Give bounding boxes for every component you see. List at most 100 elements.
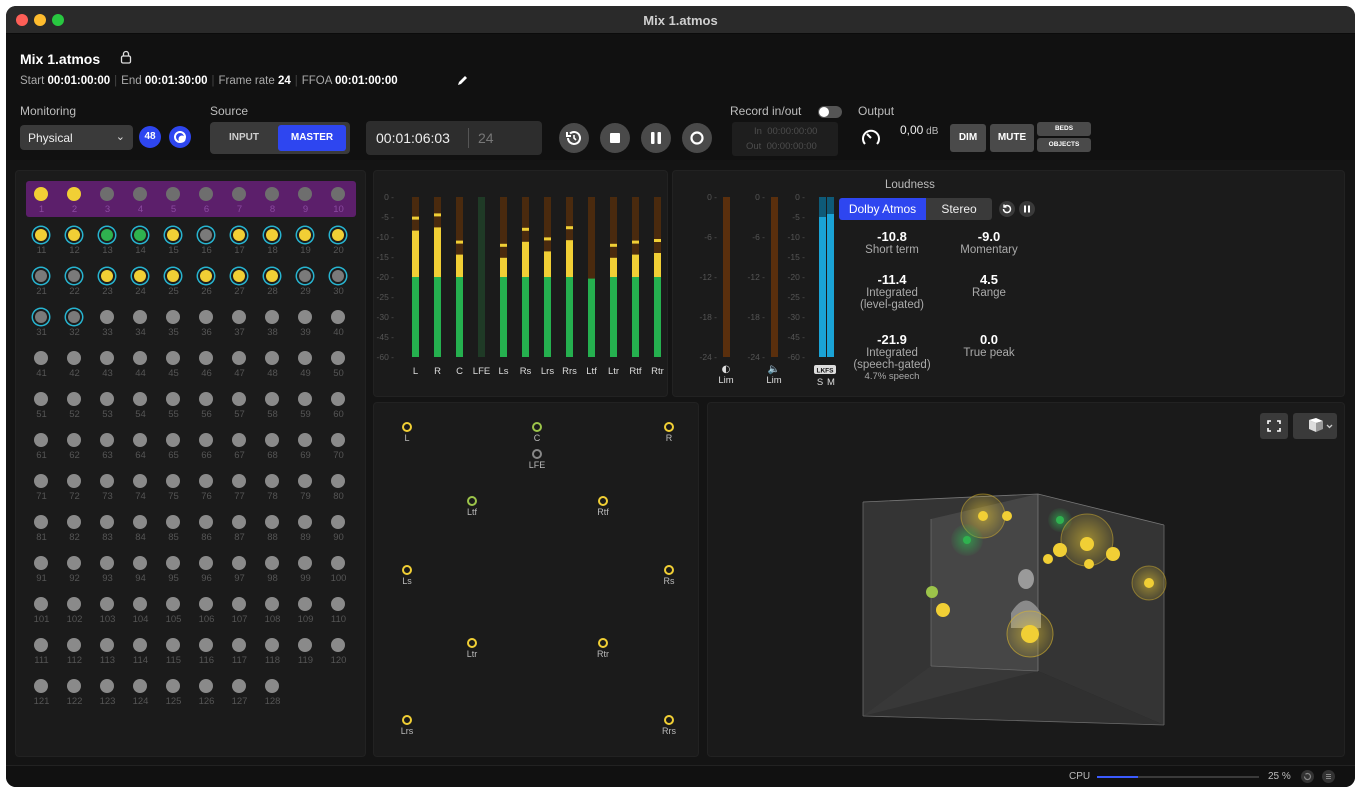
channel-69[interactable]: 69 — [290, 431, 321, 465]
channel-83[interactable]: 83 — [92, 513, 123, 547]
channel-111[interactable]: 111 — [26, 636, 57, 670]
lock-icon[interactable] — [120, 50, 132, 64]
channel-40[interactable]: 40 — [323, 308, 354, 342]
mute-objects-button[interactable]: OBJECTS — [1037, 138, 1091, 152]
channel-44[interactable]: 44 — [125, 349, 156, 383]
channel-37[interactable]: 37 — [224, 308, 255, 342]
return-to-start-button[interactable] — [559, 123, 589, 153]
binaural-toggle-button[interactable] — [169, 126, 191, 148]
channel-114[interactable]: 114 — [125, 636, 156, 670]
channel-115[interactable]: 115 — [158, 636, 189, 670]
speaker-c[interactable]: C — [523, 422, 551, 443]
channel-110[interactable]: 110 — [323, 595, 354, 629]
speaker-ltr[interactable]: Ltr — [458, 638, 486, 659]
channel-87[interactable]: 87 — [224, 513, 255, 547]
speaker-ltf[interactable]: Ltf — [458, 496, 486, 517]
channel-29[interactable]: 29 — [290, 267, 321, 301]
channel-11[interactable]: 11 — [26, 226, 57, 260]
record-in-out-toggle[interactable] — [818, 106, 842, 118]
channel-127[interactable]: 127 — [224, 677, 255, 711]
channel-124[interactable]: 124 — [125, 677, 156, 711]
speaker-rtf[interactable]: Rtf — [589, 496, 617, 517]
dim-button[interactable]: DIM — [950, 124, 986, 152]
channel-60[interactable]: 60 — [323, 390, 354, 424]
channel-97[interactable]: 97 — [224, 554, 255, 588]
channel-3[interactable]: 3 — [92, 185, 123, 219]
channel-4[interactable]: 4 — [125, 185, 156, 219]
channel-15[interactable]: 15 — [158, 226, 189, 260]
channel-89[interactable]: 89 — [290, 513, 321, 547]
channel-65[interactable]: 65 — [158, 431, 189, 465]
channel-125[interactable]: 125 — [158, 677, 189, 711]
channel-50[interactable]: 50 — [323, 349, 354, 383]
channel-17[interactable]: 17 — [224, 226, 255, 260]
mute-beds-button[interactable]: BEDS — [1037, 122, 1091, 136]
channel-16[interactable]: 16 — [191, 226, 222, 260]
channel-42[interactable]: 42 — [59, 349, 90, 383]
channel-19[interactable]: 19 — [290, 226, 321, 260]
source-input-button[interactable]: INPUT — [214, 125, 274, 151]
channel-128[interactable]: 128 — [257, 677, 288, 711]
channel-72[interactable]: 72 — [59, 472, 90, 506]
channel-93[interactable]: 93 — [92, 554, 123, 588]
channel-118[interactable]: 118 — [257, 636, 288, 670]
channel-59[interactable]: 59 — [290, 390, 321, 424]
channel-61[interactable]: 61 — [26, 431, 57, 465]
channel-20[interactable]: 20 — [323, 226, 354, 260]
channel-116[interactable]: 116 — [191, 636, 222, 670]
channel-31[interactable]: 31 — [26, 308, 57, 342]
channel-49[interactable]: 49 — [290, 349, 321, 383]
timecode-display[interactable]: 00:01:06:03 24 — [366, 121, 542, 155]
channel-123[interactable]: 123 — [92, 677, 123, 711]
speaker-rtr[interactable]: Rtr — [589, 638, 617, 659]
channel-54[interactable]: 54 — [125, 390, 156, 424]
channel-24[interactable]: 24 — [125, 267, 156, 301]
channel-1[interactable]: 1 — [26, 185, 57, 219]
speaker-rrs[interactable]: Rrs — [655, 715, 683, 736]
channel-38[interactable]: 38 — [257, 308, 288, 342]
channel-102[interactable]: 102 — [59, 595, 90, 629]
channel-8[interactable]: 8 — [257, 185, 288, 219]
channel-32[interactable]: 32 — [59, 308, 90, 342]
channel-41[interactable]: 41 — [26, 349, 57, 383]
speaker-ls[interactable]: Ls — [393, 565, 421, 586]
channel-92[interactable]: 92 — [59, 554, 90, 588]
channel-78[interactable]: 78 — [257, 472, 288, 506]
channel-86[interactable]: 86 — [191, 513, 222, 547]
channel-109[interactable]: 109 — [290, 595, 321, 629]
channel-121[interactable]: 121 — [26, 677, 57, 711]
refresh-icon[interactable] — [1301, 770, 1314, 783]
channel-46[interactable]: 46 — [191, 349, 222, 383]
channel-58[interactable]: 58 — [257, 390, 288, 424]
speaker-rs[interactable]: Rs — [655, 565, 683, 586]
output-volume-knob[interactable] — [860, 127, 882, 149]
channel-91[interactable]: 91 — [26, 554, 57, 588]
channel-106[interactable]: 106 — [191, 595, 222, 629]
channel-95[interactable]: 95 — [158, 554, 189, 588]
channel-105[interactable]: 105 — [158, 595, 189, 629]
channel-99[interactable]: 99 — [290, 554, 321, 588]
record-in-out-fields[interactable]: In 00:00:00:00 Out 00:00:00:00 — [732, 122, 838, 156]
source-master-button[interactable]: MASTER — [278, 125, 346, 151]
channel-14[interactable]: 14 — [125, 226, 156, 260]
channel-33[interactable]: 33 — [92, 308, 123, 342]
channel-13[interactable]: 13 — [92, 226, 123, 260]
channel-79[interactable]: 79 — [290, 472, 321, 506]
channel-28[interactable]: 28 — [257, 267, 288, 301]
channel-23[interactable]: 23 — [92, 267, 123, 301]
channel-100[interactable]: 100 — [323, 554, 354, 588]
channel-56[interactable]: 56 — [191, 390, 222, 424]
log-list-icon[interactable] — [1322, 770, 1335, 783]
channel-103[interactable]: 103 — [92, 595, 123, 629]
channel-35[interactable]: 35 — [158, 308, 189, 342]
channel-2[interactable]: 2 — [59, 185, 90, 219]
channel-126[interactable]: 126 — [191, 677, 222, 711]
edit-pencil-icon[interactable] — [456, 73, 470, 87]
channel-27[interactable]: 27 — [224, 267, 255, 301]
stop-button[interactable] — [600, 123, 630, 153]
channel-39[interactable]: 39 — [290, 308, 321, 342]
channel-62[interactable]: 62 — [59, 431, 90, 465]
speaker-lfe[interactable]: LFE — [523, 449, 551, 470]
speaker-lrs[interactable]: Lrs — [393, 715, 421, 736]
channel-84[interactable]: 84 — [125, 513, 156, 547]
